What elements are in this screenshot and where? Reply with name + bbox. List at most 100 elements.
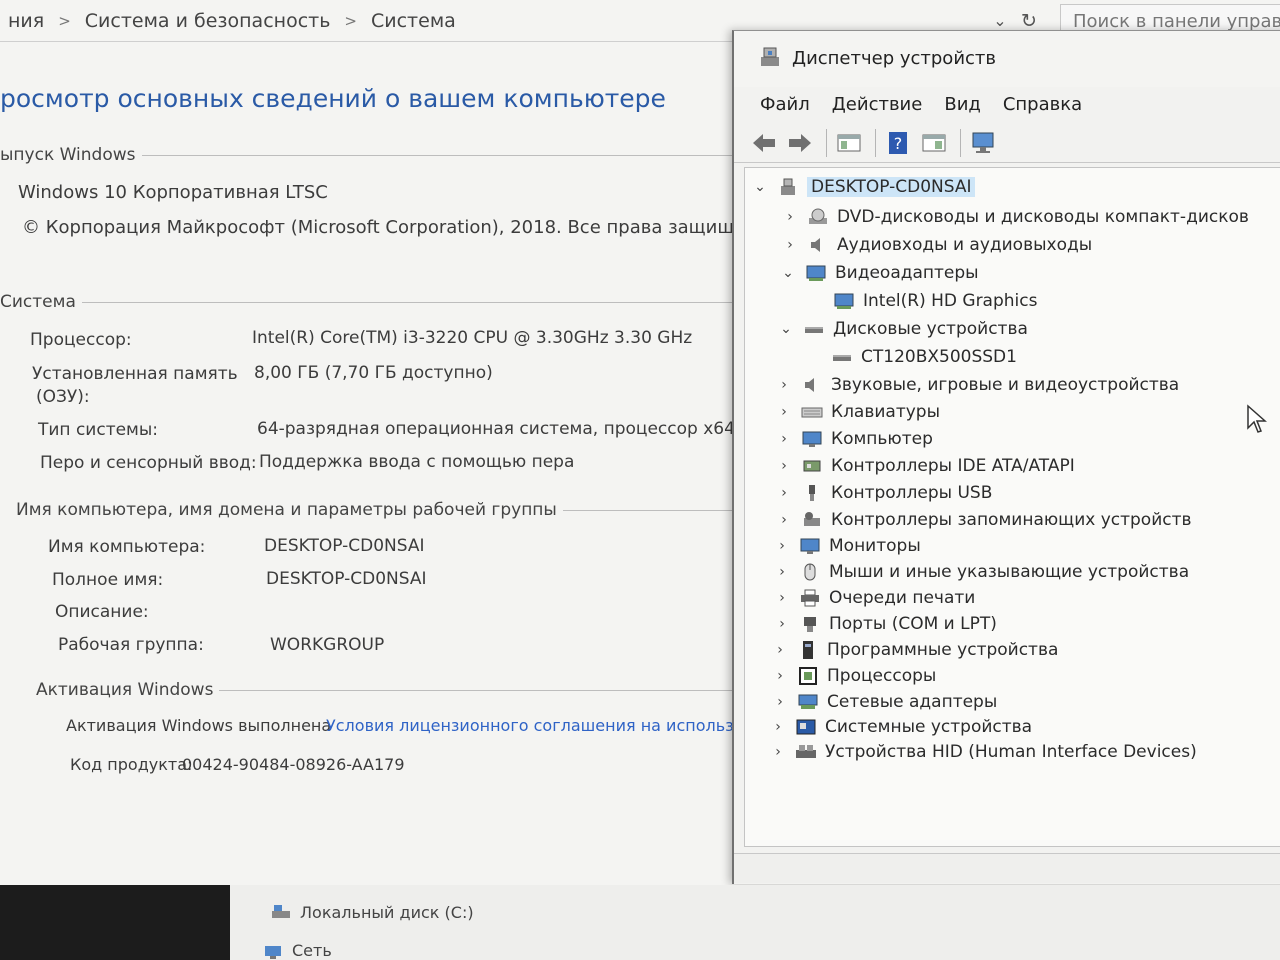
chevron-right-icon[interactable]: › bbox=[775, 430, 793, 448]
divider bbox=[219, 689, 760, 691]
description-label: Описание: bbox=[55, 602, 149, 622]
device-tree[interactable]: ⌄ DESKTOP-CD0NSAI › DVD-дисководы и диск… bbox=[744, 167, 1280, 847]
forward-button[interactable] bbox=[784, 128, 816, 158]
tree-item-sound-video[interactable]: › Звуковые, игровые и видеоустройства bbox=[775, 372, 1179, 398]
svg-text:?: ? bbox=[894, 134, 903, 153]
chevron-right-icon[interactable]: › bbox=[775, 484, 793, 502]
tree-item-network-adapters[interactable]: › Сетевые адаптеры bbox=[771, 689, 997, 715]
menu-action[interactable]: Действие bbox=[832, 94, 923, 115]
tree-label: Процессоры bbox=[827, 666, 937, 686]
tree-item-mice[interactable]: › Мыши и иные указывающие устройства bbox=[773, 559, 1189, 585]
drive-icon bbox=[270, 902, 292, 922]
chevron-right-icon[interactable]: > bbox=[52, 12, 77, 30]
chevron-right-icon[interactable]: › bbox=[769, 718, 787, 736]
tree-label: Контроллеры запоминающих устройств bbox=[831, 510, 1192, 530]
divider bbox=[81, 301, 782, 303]
breadcrumb-item-control-panel[interactable]: ния bbox=[0, 10, 52, 32]
tree-item-computer[interactable]: › Компьютер bbox=[775, 426, 933, 452]
show-hide-tree-button[interactable] bbox=[833, 128, 865, 158]
chevron-right-icon[interactable]: › bbox=[771, 667, 789, 685]
tree-item-print-queues[interactable]: › Очереди печати bbox=[773, 585, 975, 611]
chevron-right-icon[interactable]: › bbox=[775, 457, 793, 475]
menu-help[interactable]: Справка bbox=[1003, 94, 1082, 115]
chevron-right-icon[interactable]: › bbox=[769, 743, 787, 761]
tree-item-disk-drives[interactable]: ⌄ Дисковые устройства bbox=[777, 316, 1028, 342]
chevron-down-icon[interactable]: ⌄ bbox=[777, 320, 795, 338]
properties-icon bbox=[922, 134, 946, 151]
tree-item-software-devices[interactable]: › Программные устройства bbox=[771, 637, 1058, 663]
chevron-right-icon[interactable]: › bbox=[781, 236, 799, 254]
tree-item-usb-controllers[interactable]: › Контроллеры USB bbox=[775, 480, 992, 506]
section-header-windows-edition: ыпуск Windows bbox=[0, 145, 842, 165]
nav-label: Локальный диск (C:) bbox=[300, 902, 474, 922]
network-icon bbox=[262, 940, 284, 960]
tree-item-dvd[interactable]: › DVD-дисководы и дисководы компакт-диск… bbox=[781, 204, 1249, 230]
arrow-left-icon bbox=[753, 133, 775, 152]
computer-name-label: Имя компьютера: bbox=[48, 537, 206, 557]
nav-label: Сеть bbox=[292, 940, 332, 960]
chevron-right-icon[interactable]: › bbox=[771, 693, 789, 711]
keyboard-icon bbox=[801, 402, 823, 422]
chevron-right-icon[interactable]: › bbox=[773, 615, 791, 633]
breadcrumb-item-system[interactable]: Система bbox=[363, 10, 464, 32]
tree-label: Клавиатуры bbox=[831, 402, 941, 422]
chevron-right-icon[interactable]: › bbox=[773, 589, 791, 607]
chevron-right-icon[interactable]: › bbox=[773, 563, 791, 581]
nav-item-local-disk[interactable]: Локальный диск (C:) bbox=[270, 899, 474, 925]
tree-label: Компьютер bbox=[831, 429, 933, 449]
system-device-icon bbox=[795, 717, 817, 737]
tree-item-display-adapters[interactable]: ⌄ Видеоадаптеры bbox=[779, 260, 978, 286]
memory-value: 8,00 ГБ (7,70 ГБ доступно) bbox=[254, 363, 493, 383]
chevron-down-icon[interactable]: ⌄ bbox=[779, 264, 797, 282]
tree-item-hid[interactable]: › Устройства HID (Human Interface Device… bbox=[769, 739, 1197, 765]
back-button[interactable] bbox=[748, 128, 780, 158]
speaker-icon bbox=[807, 235, 829, 255]
tree-item-system-devices[interactable]: › Системные устройства bbox=[769, 714, 1032, 740]
tree-item-ide-controllers[interactable]: › Контроллеры IDE ATA/ATAPI bbox=[775, 453, 1075, 479]
processor-value: Intel(R) Core(TM) i3-3220 CPU @ 3.30GHz … bbox=[252, 328, 693, 348]
tree-item-keyboards[interactable]: › Клавиатуры bbox=[775, 399, 940, 425]
chevron-right-icon[interactable]: › bbox=[773, 537, 791, 555]
tree-label: Сетевые адаптеры bbox=[827, 692, 998, 712]
properties-button[interactable] bbox=[918, 128, 950, 158]
scan-hardware-button[interactable] bbox=[967, 128, 999, 158]
license-terms-link[interactable]: Условия лицензионного соглашения на испо… bbox=[326, 716, 736, 735]
tree-item-storage-controllers[interactable]: › Контроллеры запоминающих устройств bbox=[775, 507, 1192, 533]
toolbar-divider bbox=[826, 128, 827, 157]
title-bar[interactable]: Диспетчер устройств bbox=[734, 31, 1280, 87]
chevron-right-icon[interactable]: › bbox=[781, 208, 799, 226]
chevron-right-icon[interactable]: > bbox=[338, 12, 363, 30]
menu-view[interactable]: Вид bbox=[944, 94, 981, 115]
console-tree-icon bbox=[837, 134, 861, 151]
help-button[interactable]: ? bbox=[882, 128, 914, 158]
monitor-icon bbox=[801, 429, 823, 449]
system-type-value: 64-разрядная операционная система, проце… bbox=[257, 419, 735, 439]
product-key-label: Код продукта: bbox=[70, 755, 193, 774]
chevron-right-icon[interactable]: › bbox=[775, 403, 793, 421]
tree-label: Мониторы bbox=[829, 536, 921, 556]
network-adapter-icon bbox=[797, 692, 819, 712]
tree-label: Программные устройства bbox=[827, 640, 1059, 660]
tree-item-audio-io[interactable]: › Аудиовходы и аудиовыходы bbox=[781, 232, 1092, 258]
chevron-right-icon[interactable]: › bbox=[771, 641, 789, 659]
window-title: Диспетчер устройств bbox=[792, 48, 997, 69]
activation-status: Активация Windows выполнена bbox=[66, 716, 332, 735]
tree-item-ssd[interactable]: CT120BX500SSD1 bbox=[831, 344, 1017, 370]
menu-file[interactable]: Файл bbox=[760, 94, 810, 115]
tree-label: DVD-дисководы и дисководы компакт-дисков bbox=[837, 207, 1249, 227]
tree-item-ports[interactable]: › Порты (COM и LPT) bbox=[773, 611, 997, 637]
nav-item-network[interactable]: Сеть bbox=[262, 937, 332, 960]
tree-label: Аудиовходы и аудиовыходы bbox=[837, 235, 1093, 255]
breadcrumb-item-system-security[interactable]: Система и безопасность bbox=[77, 10, 339, 32]
tree-root-computer[interactable]: ⌄ DESKTOP-CD0NSAI bbox=[751, 174, 976, 200]
display-adapter-icon bbox=[805, 263, 827, 283]
tree-label: Порты (COM и LPT) bbox=[829, 614, 997, 634]
chevron-right-icon[interactable]: › bbox=[775, 511, 793, 529]
tree-item-monitors[interactable]: › Мониторы bbox=[773, 533, 921, 559]
tree-label: Контроллеры USB bbox=[831, 483, 993, 503]
tree-item-processors[interactable]: › Процессоры bbox=[771, 663, 936, 689]
tree-item-intel-hd-graphics[interactable]: Intel(R) HD Graphics bbox=[833, 288, 1037, 314]
chevron-down-icon[interactable]: ⌄ bbox=[751, 178, 769, 196]
chevron-right-icon[interactable]: › bbox=[775, 376, 793, 394]
computer-icon bbox=[777, 177, 799, 197]
